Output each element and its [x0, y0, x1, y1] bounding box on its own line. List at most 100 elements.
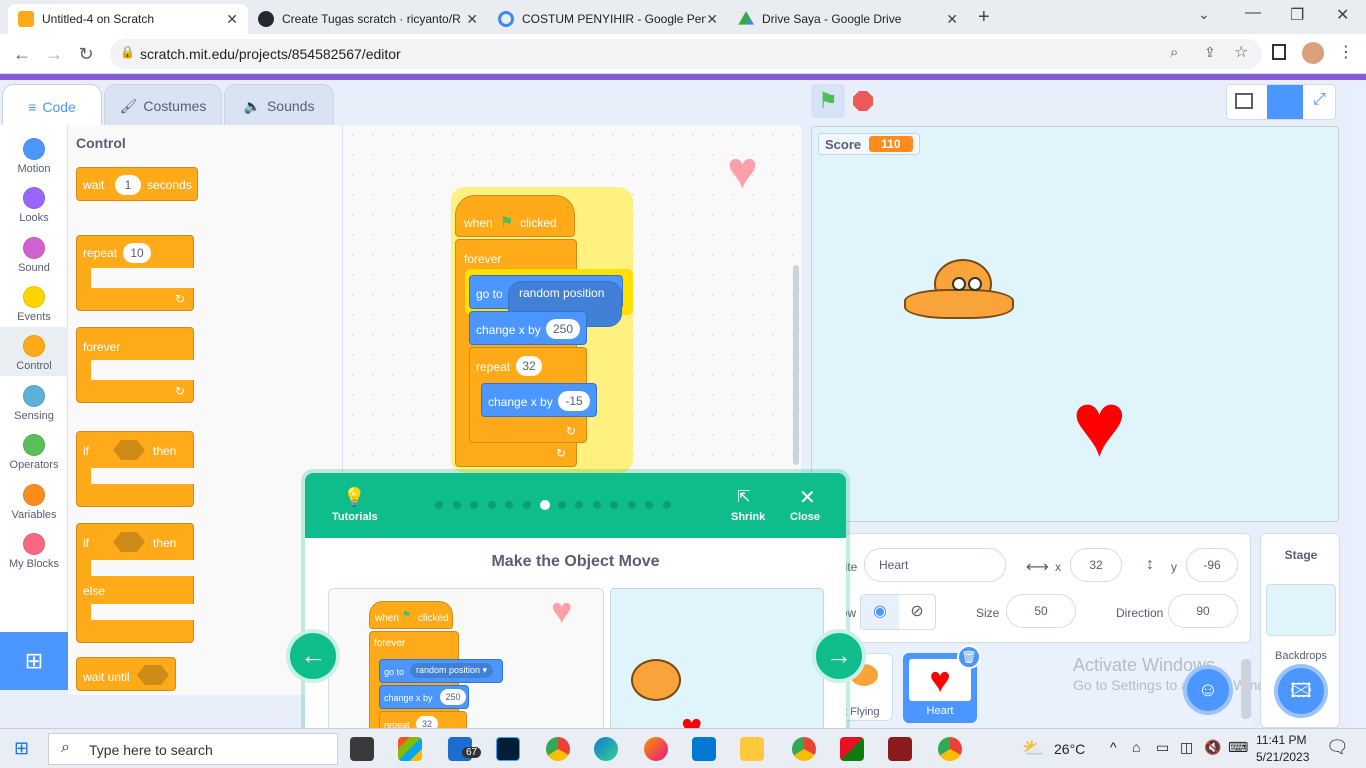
cat-flying-sprite[interactable]	[904, 249, 1014, 327]
step-dot[interactable]	[505, 501, 513, 509]
stop-button[interactable]	[853, 91, 873, 111]
weather-icon[interactable]: ⛅	[1022, 738, 1044, 759]
volume-icon[interactable]: 🔇	[1204, 739, 1221, 756]
clock-time[interactable]: 11:41 PM	[1256, 733, 1306, 747]
sprite-name-input[interactable]: Heart	[864, 548, 1006, 582]
tab-sounds[interactable]: 🔈 Sounds	[224, 84, 334, 128]
browser-tab-github[interactable]: Create Tugas scratch · ricyanto/R ✕	[248, 4, 488, 34]
step-dot[interactable]	[470, 501, 478, 509]
tab-code[interactable]: ≡ Code	[2, 84, 102, 128]
forward-icon[interactable]: →	[42, 42, 66, 66]
repeat-block[interactable]: repeat 10 ↻	[76, 235, 195, 311]
sprite-thumb-heart[interactable]: ♥ Heart 🗑	[903, 645, 981, 723]
file-explorer-icon[interactable]	[740, 737, 764, 761]
close-window-icon[interactable]: ✕	[1336, 5, 1349, 25]
maximize-window-icon[interactable]: ❐	[1290, 5, 1304, 25]
close-tab-icon[interactable]: ✕	[226, 11, 238, 28]
normal-stage-button[interactable]	[1267, 85, 1303, 119]
category-motion[interactable]: Motion	[0, 130, 68, 179]
green-flag-button[interactable]: ⚑	[811, 84, 845, 118]
step-dot[interactable]	[487, 501, 496, 509]
taskbar-search-box[interactable]: ⌕ Type here to search	[48, 733, 338, 765]
windows-start-icon[interactable]: ⊞	[14, 738, 29, 759]
browser-tab-scratch[interactable]: Untitled-4 on Scratch ✕	[8, 4, 248, 34]
microsoft-store-icon[interactable]	[398, 737, 422, 761]
stage-canvas[interactable]: Score 110 ♥	[811, 126, 1339, 522]
category-variables[interactable]: Variables	[0, 476, 68, 525]
backdrop-thumbnail[interactable]	[1266, 584, 1336, 636]
step-dot[interactable]	[592, 501, 601, 509]
boolean-slot[interactable]	[113, 532, 145, 552]
clock-date[interactable]: 5/21/2023	[1256, 750, 1309, 764]
step-dot[interactable]	[627, 501, 636, 509]
go-to-block[interactable]: go to random position ▾	[469, 275, 623, 327]
reload-icon[interactable]: ↻	[74, 42, 98, 66]
change-x-input[interactable]: 250	[546, 319, 580, 339]
address-bar[interactable]: 🔒 scratch.mit.edu/projects/854582567/edi…	[110, 39, 1262, 69]
tab-costumes[interactable]: 🖌 Costumes	[104, 84, 222, 128]
size-input[interactable]: 50	[1006, 594, 1076, 628]
tray-apps-icon[interactable]: ⌂	[1132, 739, 1140, 755]
tray-chevron-icon[interactable]: ^	[1110, 739, 1117, 755]
chrome-profile-icon[interactable]	[792, 737, 816, 761]
task-view-icon[interactable]	[350, 737, 374, 761]
step-dot[interactable]	[452, 501, 461, 509]
category-sensing[interactable]: Sensing	[0, 377, 68, 426]
tutorials-button[interactable]: Tutorials	[332, 511, 378, 523]
notifications-icon[interactable]: 🗨	[1326, 737, 1349, 758]
step-dot[interactable]	[557, 501, 566, 509]
category-events[interactable]: Events	[0, 278, 68, 327]
wait-block[interactable]: wait 1 seconds	[76, 167, 198, 201]
if-then-block[interactable]: if then	[76, 431, 195, 507]
close-tab-icon[interactable]: ✕	[946, 11, 958, 28]
when-flag-clicked-block[interactable]: when ⚑ clicked	[455, 195, 575, 237]
step-dot[interactable]	[435, 501, 443, 509]
tutorial-prev-button[interactable]: ←	[286, 629, 340, 683]
x-input[interactable]: 32	[1070, 548, 1122, 582]
battery-icon[interactable]: ▭	[1156, 739, 1169, 756]
change-x-input[interactable]: -15	[558, 391, 590, 411]
change-x-block[interactable]: change x by 250	[469, 311, 587, 345]
category-sound[interactable]: Sound	[0, 229, 68, 278]
bookmark-star-icon[interactable]: ☆	[1234, 42, 1248, 62]
step-dot-current[interactable]	[540, 500, 550, 510]
profile-avatar[interactable]	[1302, 42, 1324, 64]
keyboard-icon[interactable]: ⌨	[1228, 739, 1248, 756]
repeat-input[interactable]: 10	[123, 243, 151, 263]
close-tab-icon[interactable]: ✕	[706, 11, 718, 28]
boolean-slot[interactable]	[137, 665, 169, 685]
delete-sprite-icon[interactable]: 🗑	[957, 645, 981, 669]
workspace-scrollbar[interactable]	[793, 265, 799, 465]
browser-tab-google[interactable]: COSTUM PENYIHIR - Google Pen ✕	[488, 4, 728, 34]
browser-tab-drive[interactable]: Drive Saya - Google Drive ✕	[728, 4, 968, 34]
vscode-icon[interactable]	[692, 737, 716, 761]
heart-sprite[interactable]: ♥	[1072, 379, 1127, 471]
step-dot[interactable]	[610, 501, 618, 509]
back-icon[interactable]: ←	[10, 42, 34, 66]
share-icon[interactable]: ⇪	[1204, 44, 1216, 61]
change-x-block[interactable]: change x by -15	[481, 383, 597, 417]
photoshop-icon[interactable]	[496, 737, 520, 761]
tutorial-next-button[interactable]: →	[812, 629, 866, 683]
new-tab-button[interactable]: +	[978, 6, 990, 29]
category-operators[interactable]: Operators	[0, 426, 68, 475]
show-eye-icon[interactable]: ◉	[861, 595, 899, 629]
side-panel-icon[interactable]	[1272, 44, 1286, 60]
wait-until-block[interactable]: wait until	[76, 657, 176, 691]
chrome-icon[interactable]	[546, 737, 570, 761]
score-monitor[interactable]: Score 110	[818, 133, 920, 155]
minimize-window-icon[interactable]: —	[1245, 4, 1261, 22]
wait-input[interactable]: 1	[115, 175, 141, 195]
winrar-icon[interactable]	[888, 737, 912, 761]
hide-eye-icon[interactable]: ⊘	[899, 595, 935, 629]
close-tutorial-button[interactable]: Close	[790, 511, 820, 523]
firefox-icon[interactable]	[644, 737, 668, 761]
zoom-icon[interactable]: ⌕	[1170, 44, 1178, 61]
y-input[interactable]: -96	[1186, 548, 1238, 582]
step-dot[interactable]	[662, 501, 671, 509]
choose-sprite-button[interactable]: ☺	[1183, 665, 1233, 715]
edge-icon[interactable]	[594, 737, 618, 761]
close-tab-icon[interactable]: ✕	[466, 11, 478, 28]
small-stage-icon[interactable]	[1235, 93, 1253, 109]
add-extension-button[interactable]: ⊞	[0, 632, 68, 690]
